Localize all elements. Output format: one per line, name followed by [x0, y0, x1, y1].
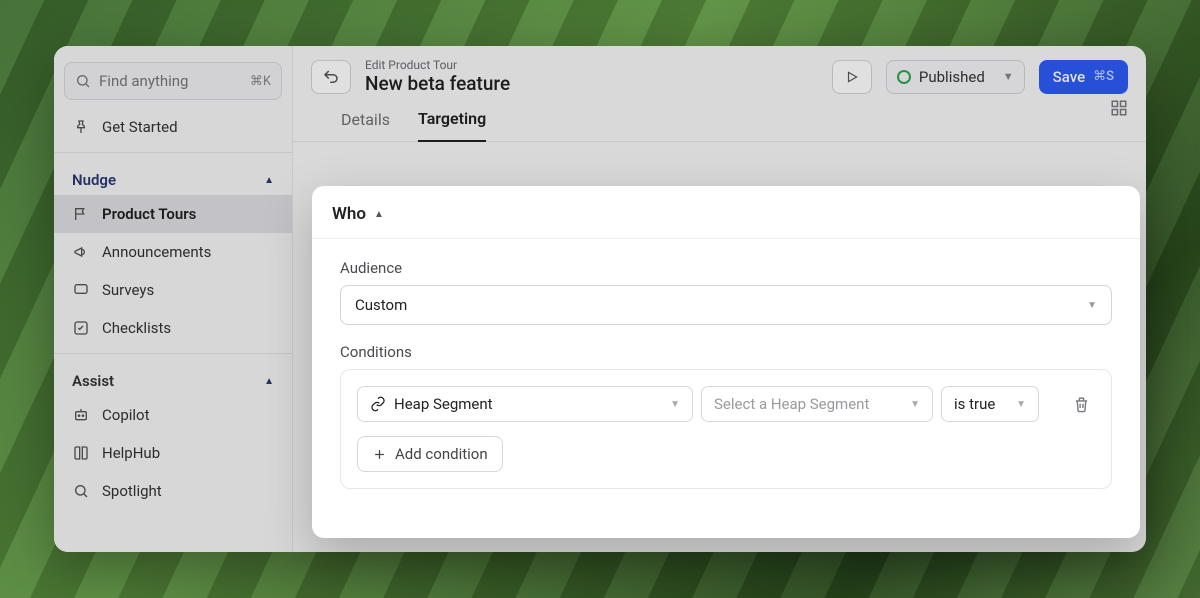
book-icon — [72, 444, 90, 462]
section-label: Nudge — [72, 171, 116, 189]
sidebar-item-checklists[interactable]: Checklists — [54, 309, 292, 347]
audience-label: Audience — [340, 259, 1112, 277]
condition-value-select[interactable]: Select a Heap Segment ▼ — [701, 386, 933, 422]
search-icon — [75, 73, 91, 89]
audience-value: Custom — [355, 296, 407, 314]
pin-icon — [72, 118, 90, 136]
card-title: Who — [332, 204, 366, 224]
flag-icon — [72, 205, 90, 223]
save-shortcut: ⌘S — [1093, 69, 1114, 84]
who-card: Who ▲ Audience Custom ▼ Conditions Heap … — [312, 186, 1140, 538]
search-input[interactable]: Find anything ⌘K — [64, 62, 282, 100]
chevron-down-icon: ▼ — [1003, 70, 1014, 83]
sidebar-item-label: Get Started — [102, 118, 178, 136]
save-button[interactable]: Save ⌘S — [1039, 60, 1128, 94]
audience-select[interactable]: Custom ▼ — [340, 285, 1112, 325]
trash-icon — [1073, 396, 1090, 413]
caret-up-icon: ▲ — [374, 209, 384, 220]
divider — [54, 353, 292, 354]
status-label: Published — [919, 68, 985, 86]
tabs: Details Targeting — [293, 95, 1146, 142]
chevron-down-icon: ▼ — [1087, 300, 1097, 311]
sidebar-item-label: Copilot — [102, 406, 150, 424]
sidebar-item-label: Product Tours — [102, 205, 196, 223]
megaphone-icon — [72, 243, 90, 261]
sidebar-section-assist[interactable]: Assist ▲ — [54, 360, 292, 396]
link-icon — [370, 396, 386, 412]
tab-targeting[interactable]: Targeting — [418, 109, 486, 142]
chat-icon — [72, 281, 90, 299]
conditions-box: Heap Segment ▼ Select a Heap Segment ▼ i… — [340, 369, 1112, 489]
chevron-down-icon: ▼ — [910, 399, 920, 410]
card-body: Audience Custom ▼ Conditions Heap Segmen… — [312, 239, 1140, 509]
page-title: New beta feature — [365, 72, 818, 95]
tab-details[interactable]: Details — [341, 110, 390, 141]
condition-type-value: Heap Segment — [394, 395, 493, 413]
undo-icon — [322, 68, 340, 86]
add-condition-button[interactable]: Add condition — [357, 436, 503, 472]
sidebar-item-product-tours[interactable]: Product Tours — [54, 195, 292, 233]
search-shortcut: ⌘K — [250, 74, 271, 89]
status-dot-icon — [897, 70, 911, 84]
condition-operator-value: is true — [954, 395, 995, 413]
topbar: Edit Product Tour New beta feature Publi… — [293, 46, 1146, 95]
chevron-down-icon: ▼ — [670, 399, 680, 410]
divider — [54, 152, 292, 153]
status-dropdown[interactable]: Published ▼ — [886, 60, 1025, 94]
sidebar: Find anything ⌘K Get Started Nudge ▲ Pro… — [54, 46, 293, 552]
eyebrow: Edit Product Tour — [365, 58, 818, 72]
conditions-label: Conditions — [340, 343, 1112, 361]
section-label: Assist — [72, 372, 114, 390]
sidebar-item-spotlight[interactable]: Spotlight — [54, 472, 292, 510]
sidebar-item-label: Checklists — [102, 319, 171, 337]
chevron-down-icon: ▼ — [1016, 399, 1026, 410]
sidebar-item-label: HelpHub — [102, 444, 160, 462]
condition-row: Heap Segment ▼ Select a Heap Segment ▼ i… — [357, 386, 1095, 422]
add-condition-label: Add condition — [395, 445, 488, 463]
save-label: Save — [1053, 68, 1085, 86]
caret-up-icon: ▲ — [264, 175, 274, 186]
layout-toggle[interactable] — [1110, 99, 1128, 117]
caret-up-icon: ▲ — [264, 376, 274, 387]
condition-value-placeholder: Select a Heap Segment — [714, 395, 869, 413]
checklist-icon — [72, 319, 90, 337]
search-icon — [72, 482, 90, 500]
preview-button[interactable] — [832, 60, 872, 94]
back-button[interactable] — [311, 60, 351, 94]
delete-condition-button[interactable] — [1067, 390, 1095, 418]
sidebar-item-label: Announcements — [102, 243, 211, 261]
play-icon — [845, 70, 859, 84]
sidebar-item-get-started[interactable]: Get Started — [54, 108, 292, 146]
title-block: Edit Product Tour New beta feature — [365, 58, 818, 95]
search-placeholder: Find anything — [99, 72, 242, 90]
sidebar-item-surveys[interactable]: Surveys — [54, 271, 292, 309]
sidebar-section-nudge[interactable]: Nudge ▲ — [54, 159, 292, 195]
card-header[interactable]: Who ▲ — [312, 186, 1140, 239]
sidebar-item-announcements[interactable]: Announcements — [54, 233, 292, 271]
condition-type-select[interactable]: Heap Segment ▼ — [357, 386, 693, 422]
grid-icon — [1110, 99, 1128, 117]
robot-icon — [72, 406, 90, 424]
sidebar-item-label: Surveys — [102, 281, 154, 299]
condition-operator-select[interactable]: is true ▼ — [941, 386, 1039, 422]
sidebar-item-label: Spotlight — [102, 482, 162, 500]
sidebar-item-helphub[interactable]: HelpHub — [54, 434, 292, 472]
sidebar-item-copilot[interactable]: Copilot — [54, 396, 292, 434]
plus-icon — [372, 447, 387, 462]
